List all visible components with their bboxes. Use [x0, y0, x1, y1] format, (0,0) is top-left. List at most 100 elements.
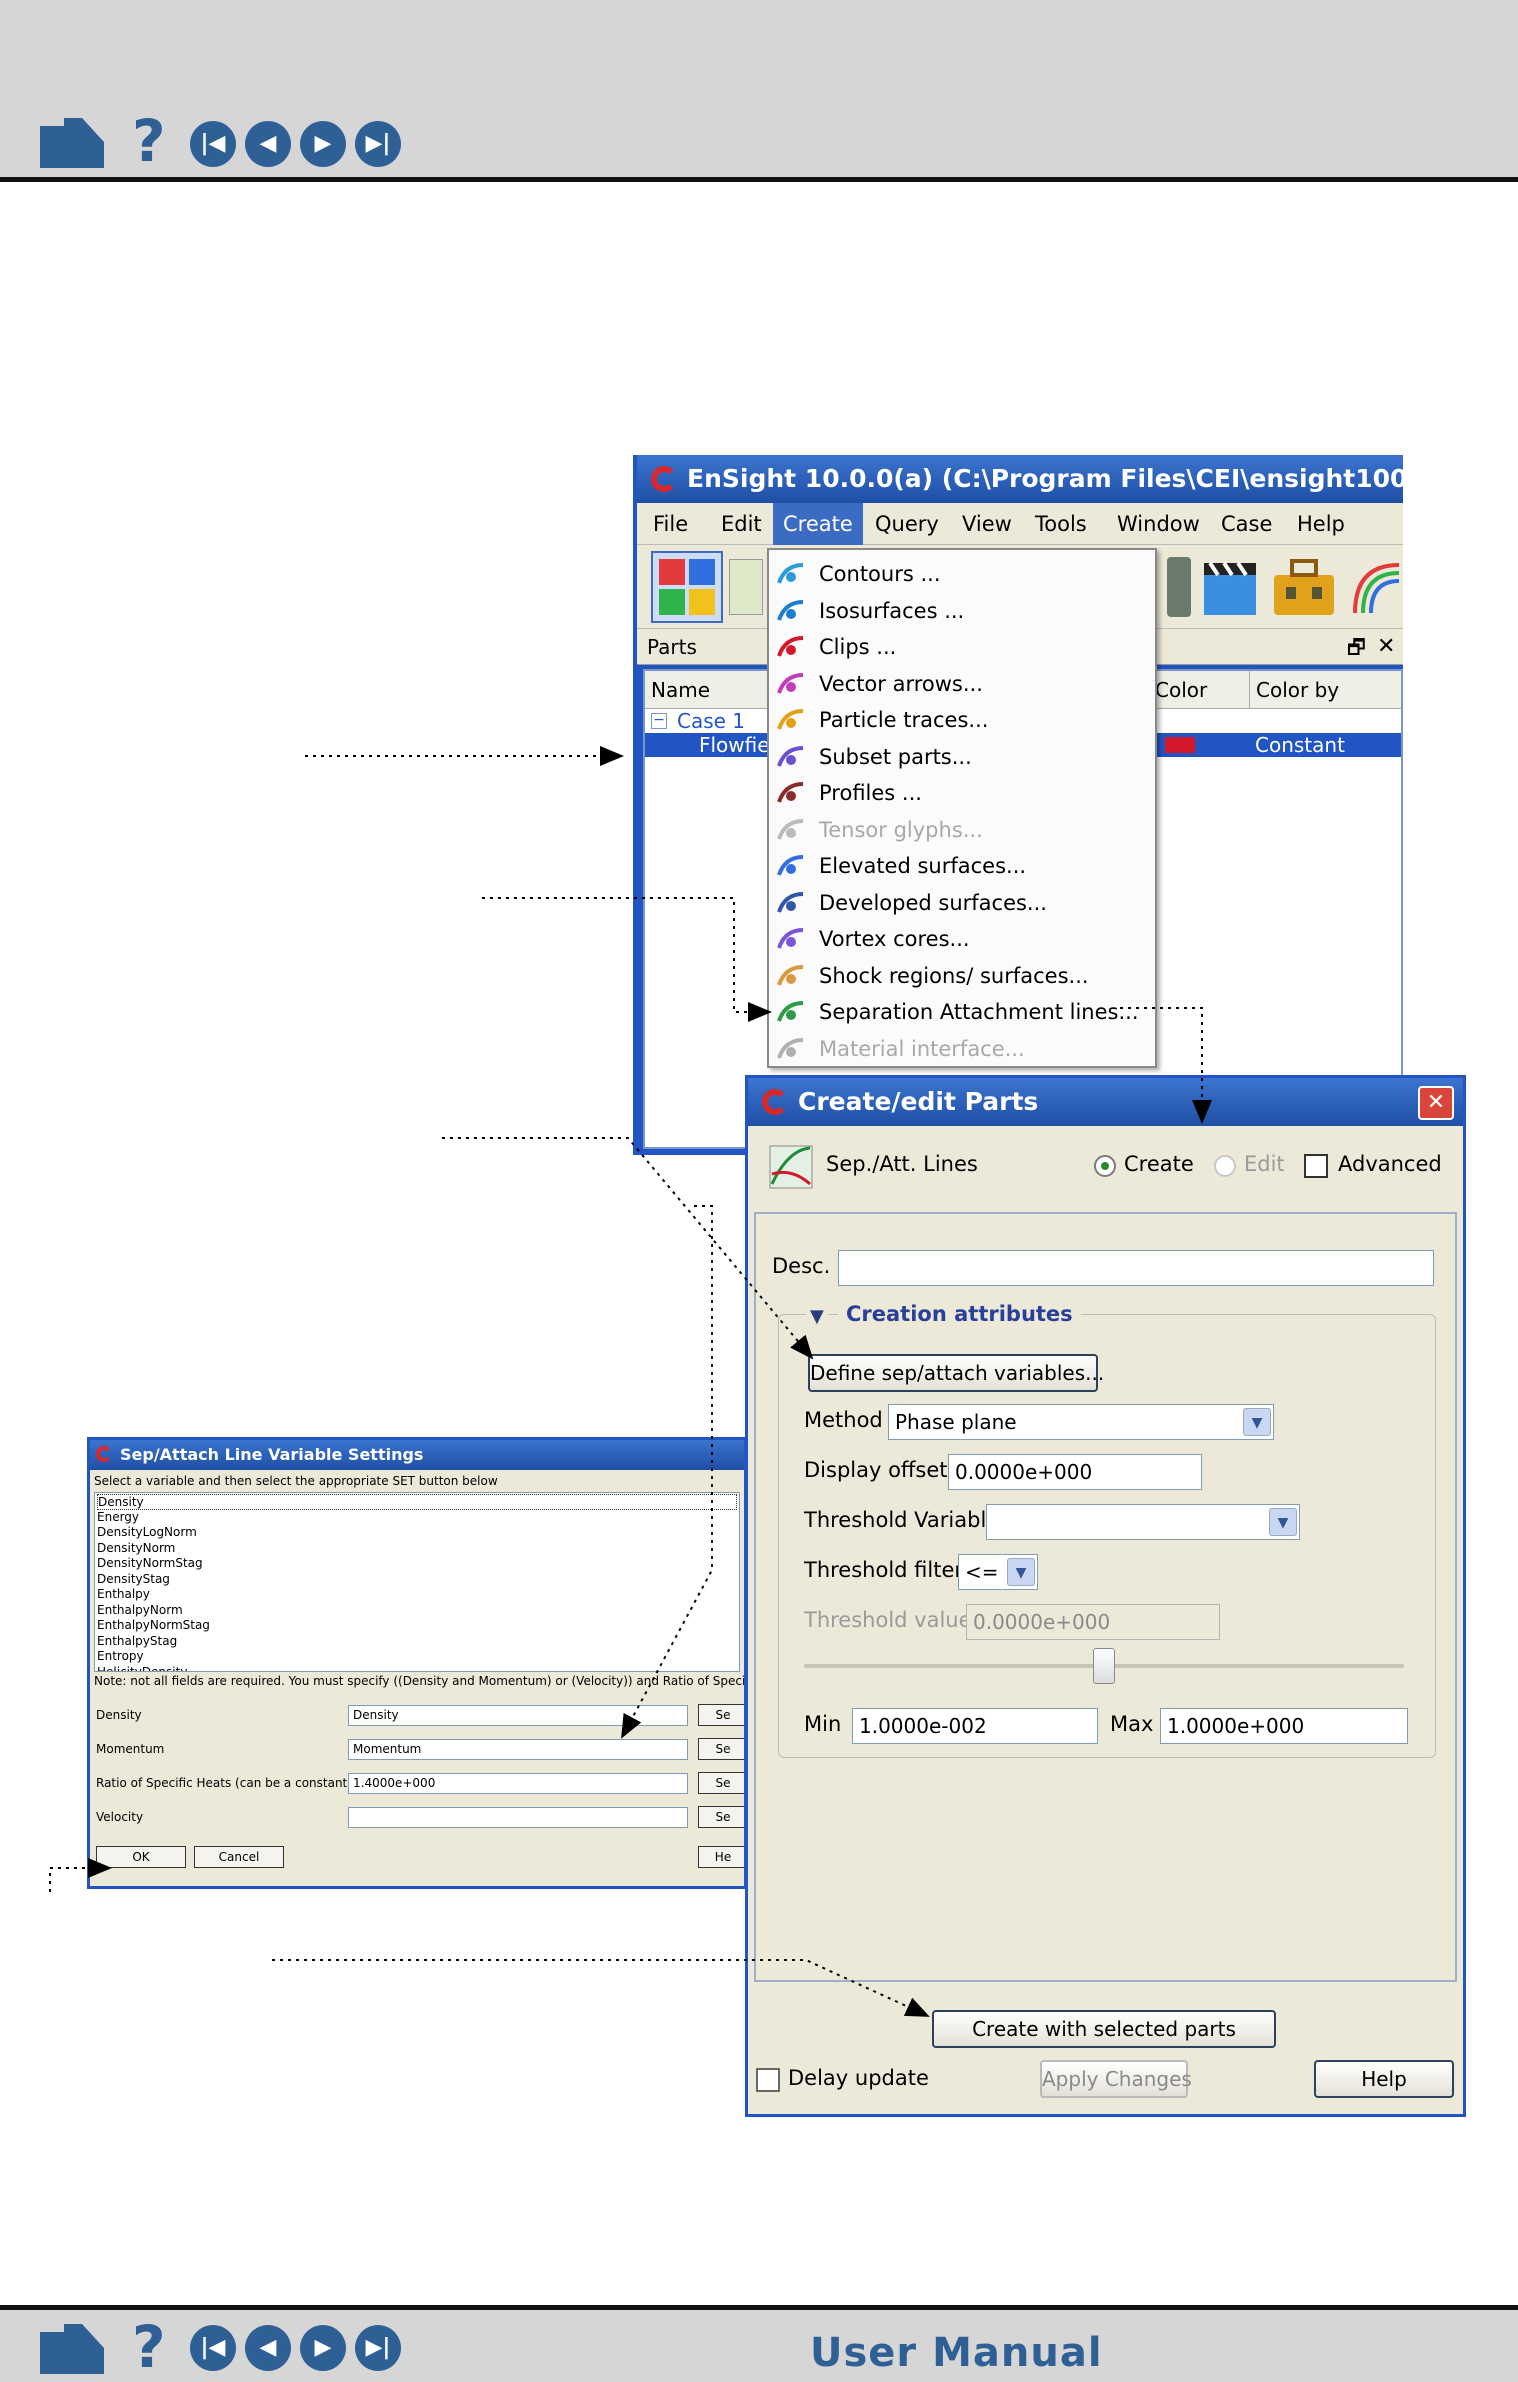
- method-select[interactable]: Phase plane ▼: [888, 1404, 1274, 1440]
- sep-attach-title: Sep/Attach Line Variable Settings: [120, 1445, 424, 1464]
- max-label: Max: [1110, 1712, 1154, 1736]
- ratio-field[interactable]: 1.4000e+000: [348, 1773, 688, 1794]
- first-page-icon[interactable]: |◀: [190, 121, 236, 167]
- variable-list-item[interactable]: DensityStag: [97, 1572, 170, 1586]
- close-panel-icon[interactable]: ✕: [1377, 629, 1395, 665]
- threshold-variable-label: Threshold Variable: [804, 1508, 1000, 1532]
- create-menu-item-particle-traces[interactable]: Particle traces...: [769, 702, 1155, 738]
- ok-button[interactable]: OK: [96, 1846, 186, 1868]
- case-row[interactable]: Case 1: [677, 709, 745, 733]
- delay-update-label: Delay update: [788, 2066, 929, 2090]
- create-menu-item-clips[interactable]: Clips ...: [769, 629, 1155, 665]
- create-menu-item-developed-surfaces[interactable]: Developed surfaces...: [769, 885, 1155, 921]
- create-menu-item-profiles[interactable]: Profiles ...: [769, 775, 1155, 811]
- variable-list-item[interactable]: Enthalpy: [97, 1587, 150, 1601]
- variable-list-item[interactable]: EnthalpyNormStag: [97, 1618, 210, 1632]
- sep-attach-titlebar: Sep/Attach Line Variable Settings: [90, 1440, 744, 1470]
- create-menu-item-separation-lines[interactable]: Separation Attachment lines...: [769, 994, 1155, 1030]
- menu-edit[interactable]: Edit: [711, 503, 772, 545]
- create-menu-item-vector-arrows[interactable]: Vector arrows...: [769, 666, 1155, 702]
- first-page-icon[interactable]: |◀: [190, 2325, 236, 2371]
- home-icon[interactable]: [38, 116, 106, 170]
- help-icon[interactable]: ?: [132, 2318, 166, 2376]
- sep-attach-help-button[interactable]: He: [698, 1846, 744, 1868]
- edit-radio[interactable]: [1214, 1155, 1236, 1177]
- variable-list-item[interactable]: Entropy: [97, 1649, 144, 1663]
- create-menu-item-subset-parts[interactable]: Subset parts...: [769, 739, 1155, 775]
- variable-list-item[interactable]: DensityLogNorm: [97, 1525, 197, 1539]
- threshold-filter-select[interactable]: <= ▼: [958, 1554, 1038, 1590]
- rainbow-icon[interactable]: [1351, 557, 1403, 617]
- create-menu-item-tensor-glyphs: Tensor glyphs...: [769, 812, 1155, 848]
- restore-icon[interactable]: 🗗: [1347, 629, 1366, 665]
- set-density-button[interactable]: Se: [698, 1704, 744, 1726]
- part-type-label: Sep./Att. Lines: [826, 1152, 978, 1176]
- display-offset-field[interactable]: 0.0000e+000: [948, 1454, 1202, 1490]
- sep-attach-note: Note: not all fields are required. You m…: [94, 1674, 747, 1688]
- create-menu-item-label: Developed surfaces...: [819, 890, 1047, 915]
- last-page-icon[interactable]: ▶|: [355, 2325, 401, 2371]
- next-page-icon[interactable]: ▶: [300, 121, 346, 167]
- menu-help[interactable]: Help: [1287, 503, 1355, 545]
- create-menu-item-elevated-surfaces[interactable]: Elevated surfaces...: [769, 848, 1155, 884]
- variable-list[interactable]: Density Energy DensityLogNorm DensityNorm De…: [94, 1492, 740, 1672]
- last-page-icon[interactable]: ▶|: [355, 121, 401, 167]
- set-ratio-button[interactable]: Se: [698, 1772, 744, 1794]
- set-velocity-button[interactable]: Se: [698, 1806, 744, 1828]
- sep-attach-body: Select a variable and then select the ap…: [90, 1470, 744, 1886]
- column-name[interactable]: Name: [651, 671, 710, 709]
- next-page-icon[interactable]: ▶: [300, 2325, 346, 2371]
- define-sep-attach-variables-button[interactable]: Define sep/attach variables...: [808, 1354, 1104, 1392]
- home-icon[interactable]: [38, 2322, 106, 2376]
- variable-list-item[interactable]: DensityNormStag: [97, 1556, 203, 1570]
- threshold-variable-select[interactable]: ▼: [986, 1504, 1300, 1540]
- min-field[interactable]: 1.0000e-002: [852, 1708, 1098, 1744]
- part-color-swatch[interactable]: [1165, 737, 1195, 753]
- create-with-selected-parts-button[interactable]: Create with selected parts: [932, 2010, 1276, 2048]
- previous-page-icon[interactable]: ◀: [245, 121, 291, 167]
- variable-list-item[interactable]: EnthalpyNorm: [97, 1603, 183, 1617]
- variable-list-item[interactable]: EnthalpyStag: [97, 1634, 177, 1648]
- previous-page-icon[interactable]: ◀: [245, 2325, 291, 2371]
- tool-icon[interactable]: [1167, 557, 1191, 617]
- create-menu-item-contours[interactable]: Contours ...: [769, 556, 1155, 592]
- menu-window[interactable]: Window: [1107, 503, 1210, 545]
- menu-tools[interactable]: Tools: [1025, 503, 1097, 545]
- expand-triangle-icon[interactable]: ▼: [806, 1306, 828, 1327]
- density-field[interactable]: Density: [348, 1705, 688, 1726]
- help-icon[interactable]: ?: [132, 112, 166, 170]
- parts-puzzle-icon[interactable]: [651, 551, 723, 623]
- toolbox-icon[interactable]: [1272, 557, 1336, 617]
- desc-field[interactable]: [838, 1250, 1434, 1286]
- apply-changes-button: Apply Changes: [1040, 2060, 1192, 2098]
- threshold-slider-thumb[interactable]: [1093, 1648, 1115, 1684]
- clapper-icon[interactable]: [1202, 555, 1258, 617]
- variable-list-item[interactable]: Density: [97, 1494, 737, 1510]
- delay-update-checkbox[interactable]: [756, 2068, 780, 2092]
- create-menu-item-vortex-cores[interactable]: Vortex cores...: [769, 921, 1155, 957]
- variable-list-item[interactable]: DensityNorm: [97, 1541, 175, 1555]
- help-button[interactable]: Help: [1314, 2060, 1454, 2098]
- menu-query[interactable]: Query: [865, 503, 949, 545]
- collapse-icon[interactable]: −: [651, 713, 667, 729]
- set-momentum-button[interactable]: Se: [698, 1738, 744, 1760]
- create-radio[interactable]: [1094, 1155, 1116, 1177]
- calculator-icon[interactable]: [729, 559, 763, 615]
- momentum-field[interactable]: Momentum: [348, 1739, 688, 1760]
- create-menu-item-shock-regions[interactable]: Shock regions/ surfaces...: [769, 958, 1155, 994]
- max-field[interactable]: 1.0000e+000: [1160, 1708, 1408, 1744]
- cancel-button[interactable]: Cancel: [194, 1846, 284, 1868]
- variable-list-item[interactable]: Energy: [97, 1510, 139, 1524]
- variable-list-item[interactable]: HelicityDensity: [97, 1665, 187, 1672]
- create-menu-item-label: Contours ...: [819, 562, 941, 586]
- menu-create[interactable]: Create: [773, 503, 863, 545]
- menu-file[interactable]: File: [643, 503, 698, 545]
- advanced-checkbox[interactable]: [1304, 1154, 1328, 1178]
- column-color-by[interactable]: Color by: [1249, 671, 1339, 709]
- menu-view[interactable]: View: [952, 503, 1022, 545]
- velocity-field[interactable]: [348, 1807, 688, 1828]
- close-icon[interactable]: ✕: [1418, 1086, 1454, 1120]
- menu-case[interactable]: Case: [1211, 503, 1282, 545]
- column-color[interactable]: Color: [1155, 671, 1207, 709]
- create-menu-item-isosurfaces[interactable]: Isosurfaces ...: [769, 593, 1155, 629]
